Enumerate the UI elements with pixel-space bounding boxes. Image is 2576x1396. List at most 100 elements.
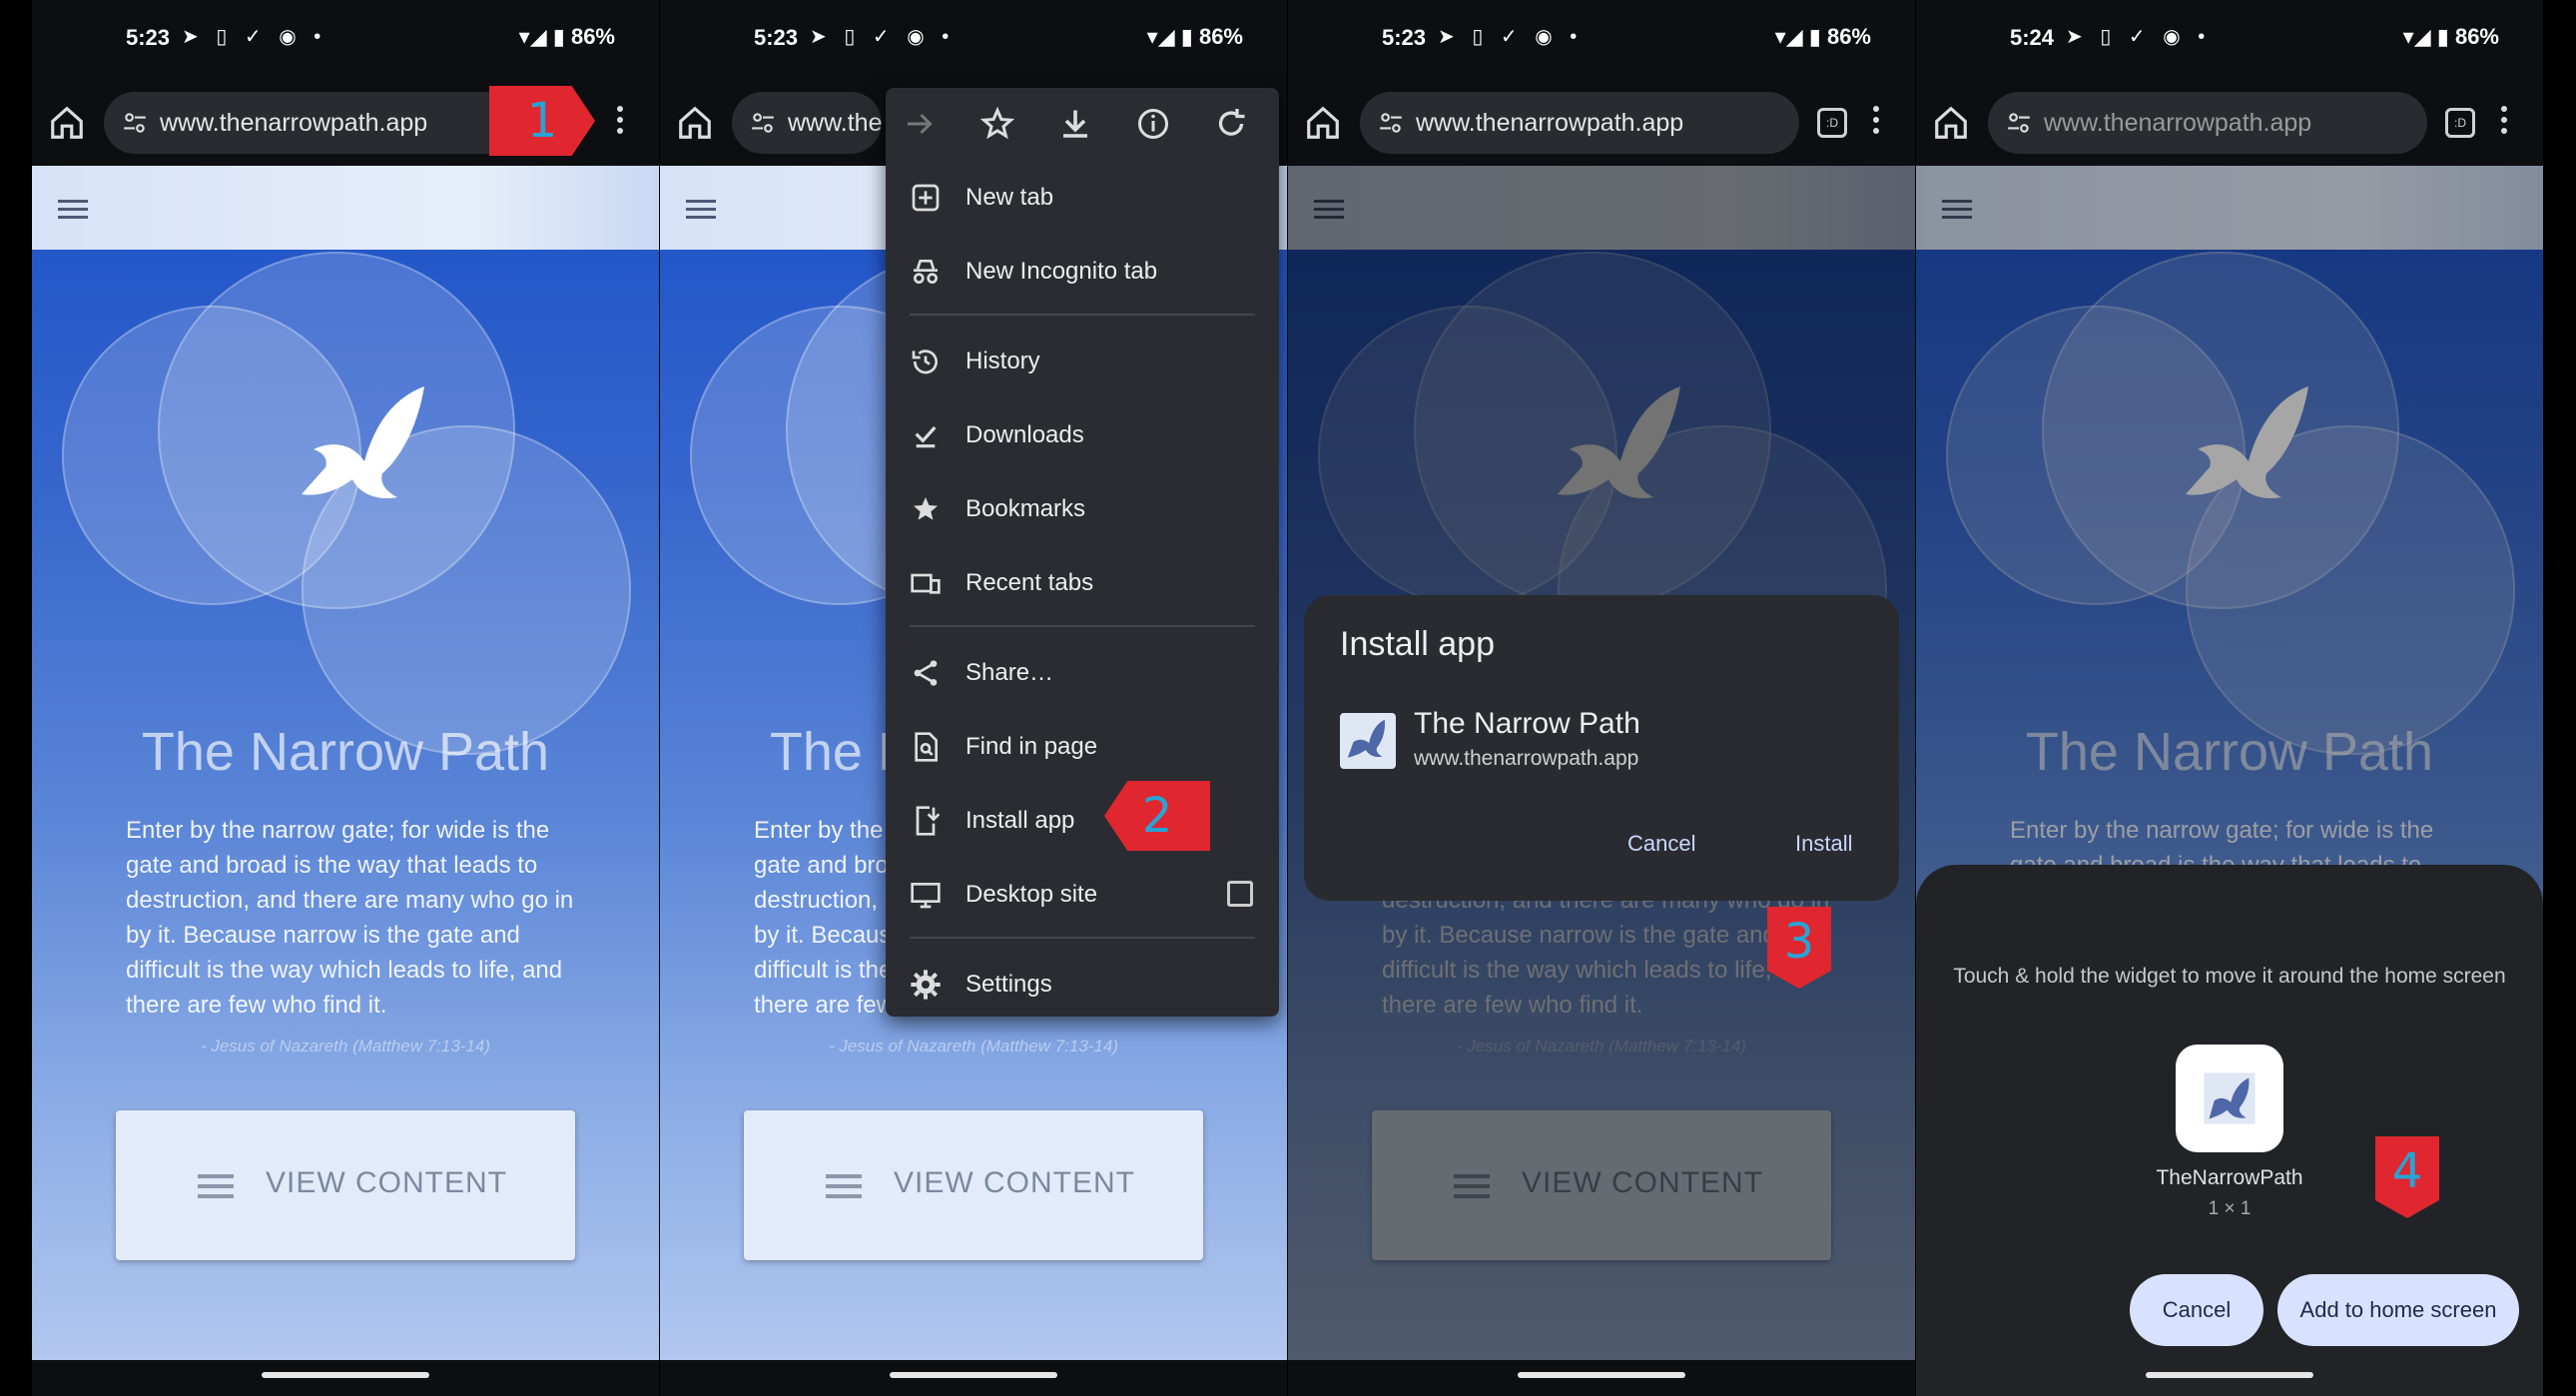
install-button[interactable]: Install: [1795, 831, 1852, 857]
verse-citation: - Jesus of Nazareth (Matthew 7:13-14): [828, 1037, 1119, 1055]
notification-icons: ➤ ▯ ✓ ◉ •: [182, 26, 327, 48]
site-settings-icon[interactable]: [122, 110, 148, 136]
menu-item-downloads[interactable]: Downloads: [886, 405, 1279, 465]
site-settings-icon[interactable]: [2006, 110, 2032, 136]
install-mobile-icon: [916, 806, 941, 836]
menu-divider: [910, 625, 1255, 627]
screen-step-1: 5:23 ➤ ▯ ✓ ◉ • ▾◢ ▮ 86% www.thenarrowpat…: [32, 0, 659, 1396]
star-icon[interactable]: [979, 106, 1015, 142]
refresh-icon[interactable]: [1213, 106, 1249, 142]
status-time: 5:23: [126, 25, 171, 50]
status-time: 5:23: [754, 25, 799, 50]
url-text: www.thenarrowpath.app: [160, 109, 428, 137]
view-content-label: VIEW CONTENT: [894, 1166, 1135, 1199]
address-bar[interactable]: www.thenarrowpath.app: [1988, 92, 2427, 154]
web-page: The Narrow Path Enter by the narrow gate…: [32, 166, 659, 1360]
site-settings-icon[interactable]: [750, 110, 776, 136]
site-settings-icon[interactable]: [1378, 110, 1404, 136]
devices-icon: [911, 573, 941, 594]
screen-step-2: 5:23 ➤ ▯ ✓ ◉ • ▾◢ ▮ 86% www.ther The Nar…: [660, 0, 1287, 1396]
star-filled-icon: [914, 497, 938, 520]
more-options-icon[interactable]: [605, 102, 635, 144]
dove-icon: [1347, 719, 1386, 758]
download-done-icon: [915, 425, 937, 448]
menu-item-bookmarks[interactable]: Bookmarks: [886, 479, 1279, 539]
menu-item-new-tab[interactable]: New tab: [886, 168, 1279, 228]
desktop-icon: [911, 883, 941, 909]
menu-divider: [910, 314, 1255, 316]
info-icon[interactable]: [1135, 106, 1171, 142]
app-widget[interactable]: [2176, 1045, 2283, 1152]
view-content-button[interactable]: VIEW CONTENT: [116, 1110, 575, 1260]
download-icon[interactable]: [1057, 106, 1093, 142]
screen-step-3: 5:23 ➤ ▯ ✓ ◉ • ▾◢ ▮ 86% www.thenarrowpat…: [1288, 0, 1915, 1396]
open-in-app-icon[interactable]: :D: [2445, 108, 2475, 138]
gesture-bar[interactable]: [890, 1372, 1057, 1378]
status-bar: 5:23 ➤ ▯ ✓ ◉ • ▾◢ ▮ 86%: [660, 0, 1287, 78]
battery-level: ▾◢ ▮ 86%: [2402, 24, 2499, 49]
page-title: The Narrow Path: [141, 722, 550, 782]
view-content-button[interactable]: VIEW CONTENT: [744, 1110, 1203, 1260]
cancel-button[interactable]: Cancel: [2130, 1274, 2263, 1346]
gesture-bar[interactable]: [262, 1372, 429, 1378]
add-to-home-screen-button[interactable]: Add to home screen: [2277, 1274, 2519, 1346]
battery-level: ▾◢ ▮ 86%: [1146, 24, 1243, 49]
gear-icon: [911, 970, 941, 1000]
cancel-button[interactable]: Cancel: [1627, 831, 1695, 857]
url-text: www.ther: [788, 109, 882, 137]
home-icon[interactable]: [1304, 104, 1342, 142]
menu-item-settings[interactable]: Settings: [886, 955, 1279, 1015]
notification-icons: ➤ ▯ ✓ ◉ •: [2066, 26, 2212, 48]
notification-icons: ➤ ▯ ✓ ◉ •: [1438, 26, 1584, 48]
status-time: 5:23: [1382, 25, 1427, 50]
desktop-site-checkbox[interactable]: [1227, 881, 1253, 907]
menu-item-install-app[interactable]: Install app: [886, 791, 1279, 851]
find-in-page-icon: [915, 732, 938, 762]
address-bar[interactable]: www.thenarrowpath.app: [104, 92, 543, 154]
menu-item-share[interactable]: Share…: [886, 643, 1279, 703]
url-text: www.thenarrowpath.app: [1416, 109, 1684, 137]
gesture-bar[interactable]: [2146, 1372, 2313, 1378]
browser-toolbar: www.thenarrowpath.app :D: [1288, 86, 1915, 160]
more-options-icon[interactable]: [2489, 102, 2519, 144]
menu-item-find-in-page[interactable]: Find in page: [886, 717, 1279, 777]
widget-size: 1 × 1: [2208, 1198, 2252, 1219]
home-icon[interactable]: [1932, 104, 1970, 142]
widget-name: TheNarrowPath: [2156, 1166, 2303, 1189]
home-icon[interactable]: [676, 104, 714, 142]
menu-item-recent-tabs[interactable]: Recent tabs: [886, 553, 1279, 613]
app-url: www.thenarrowpath.app: [1414, 747, 1639, 770]
verse-citation: - Jesus of Nazareth (Matthew 7:13-14): [200, 1037, 491, 1055]
verse-text: Enter by the narrow gate; for wide is th…: [126, 817, 574, 1019]
hamburger-icon[interactable]: [686, 200, 716, 219]
status-bar: 5:23 ➤ ▯ ✓ ◉ • ▾◢ ▮ 86%: [1288, 0, 1915, 78]
app-icon: [2204, 1072, 2255, 1124]
menu-action-row: [886, 88, 1279, 160]
history-icon: [912, 349, 938, 374]
add-widget-sheet: Touch & hold the widget to move it aroun…: [1916, 865, 2543, 1396]
home-icon[interactable]: [48, 104, 86, 142]
dialog-title: Install app: [1340, 625, 1495, 663]
open-in-app-icon[interactable]: :D: [1817, 108, 1847, 138]
add-box-icon: [912, 184, 940, 212]
status-bar: 5:23 ➤ ▯ ✓ ◉ • ▾◢ ▮ 86%: [32, 0, 659, 78]
address-bar[interactable]: www.thenarrowpath.app: [1360, 92, 1799, 154]
more-options-icon[interactable]: [1861, 102, 1891, 144]
status-bar: 5:24 ➤ ▯ ✓ ◉ • ▾◢ ▮ 86%: [1916, 0, 2543, 78]
app-icon: [1340, 713, 1396, 769]
incognito-icon: [914, 260, 938, 284]
menu-item-desktop-site[interactable]: Desktop site: [886, 865, 1279, 925]
status-time: 5:24: [2010, 25, 2055, 50]
menu-item-history[interactable]: History: [886, 332, 1279, 391]
address-bar[interactable]: www.ther: [732, 92, 882, 154]
menu-icon: [198, 1174, 234, 1204]
screen-step-4: 5:24 ➤ ▯ ✓ ◉ • ▾◢ ▮ 86% www.thenarrowpat…: [1916, 0, 2543, 1396]
share-icon: [914, 660, 938, 686]
hamburger-icon[interactable]: [58, 200, 88, 219]
url-text: www.thenarrowpath.app: [2044, 109, 2312, 137]
gesture-bar[interactable]: [1518, 1372, 1685, 1378]
notification-icons: ➤ ▯ ✓ ◉ •: [810, 26, 956, 48]
menu-item-incognito[interactable]: New Incognito tab: [886, 242, 1279, 302]
overflow-menu: New tab New Incognito tab History Downlo…: [886, 88, 1279, 1017]
forward-icon[interactable]: [902, 106, 938, 142]
